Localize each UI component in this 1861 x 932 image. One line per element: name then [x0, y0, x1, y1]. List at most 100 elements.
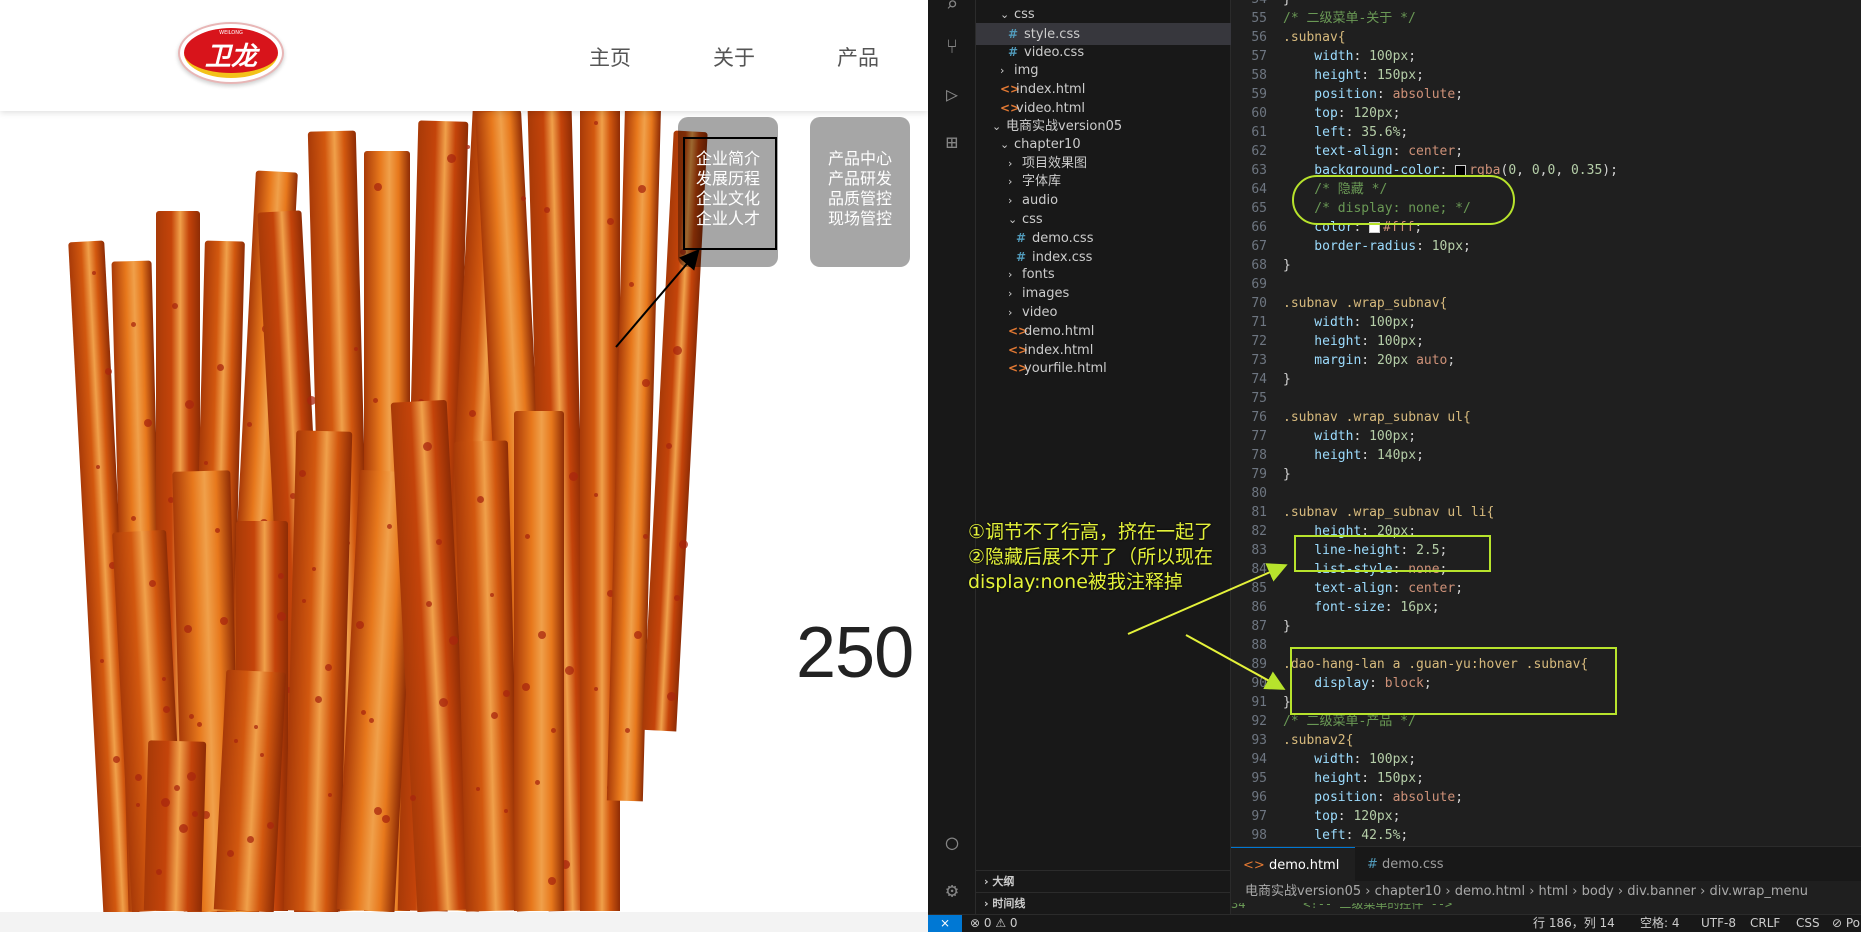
code-line[interactable]: 73 margin: 20px auto; [1231, 351, 1861, 370]
timeline-section[interactable]: › 时间线 [976, 892, 1231, 914]
code-line[interactable]: 77 width: 100px; [1231, 427, 1861, 446]
file-item[interactable]: <>yourfile.html [976, 357, 1231, 379]
live-server-port[interactable]: ⊘ Port : 5500 [1832, 915, 1861, 932]
code-line[interactable]: 59 position: absolute; [1231, 85, 1861, 104]
chili-speck [466, 145, 470, 149]
code-line[interactable]: 66 color: #fff; [1231, 218, 1861, 237]
code-line[interactable]: 62 text-align: center; [1231, 142, 1861, 161]
code-line[interactable]: 72 height: 100px; [1231, 332, 1861, 351]
breadcrumb-item[interactable]: 电商实战version05 [1245, 884, 1361, 899]
breadcrumb-item[interactable]: div.banner [1627, 884, 1696, 899]
encoding-setting[interactable]: UTF-8 [1701, 915, 1736, 932]
code-line[interactable]: 61 left: 35.6%; [1231, 123, 1861, 142]
subnav-item[interactable]: 产品中心 [810, 149, 910, 169]
code-line[interactable]: 81 .subnav .wrap_subnav ul li{ [1231, 503, 1861, 522]
banner-number: 250 [796, 613, 914, 693]
code-token: ; [1439, 562, 1448, 577]
code-line[interactable]: 80 [1231, 484, 1861, 503]
code-line[interactable]: 87} [1231, 617, 1861, 636]
gear-icon[interactable]: ⚙ [940, 878, 964, 902]
breadcrumb-item[interactable]: body [1582, 884, 1614, 899]
code-token: center [1408, 581, 1456, 596]
subnav-item[interactable]: 现场管控 [810, 209, 910, 229]
nav-home[interactable]: 主页 [589, 42, 631, 72]
language-mode[interactable]: CSS [1796, 915, 1820, 932]
code-line[interactable]: 63 background-color: rgba(0, 0,0, 0.35); [1231, 161, 1861, 180]
eol-setting[interactable]: CRLF [1750, 915, 1780, 932]
code-line[interactable]: 56 .subnav{ [1231, 28, 1861, 47]
code-line[interactable]: 98 left: 42.5%; [1231, 826, 1861, 845]
account-icon[interactable]: ◯ [940, 830, 964, 854]
line-number: 75 [1251, 391, 1267, 406]
weilong-logo[interactable]: WEILONG 卫龙 [178, 22, 284, 84]
code-line[interactable]: 78 height: 140px; [1231, 446, 1861, 465]
code-token: 42.5% [1361, 828, 1401, 843]
outline-section[interactable]: › 大纲 [976, 870, 1231, 892]
subnav-item[interactable]: 品质管控 [810, 189, 910, 209]
code-line[interactable]: 82 height: 20px; [1231, 522, 1861, 541]
code-token: : [1345, 125, 1362, 140]
code-line[interactable]: 89 .dao-hang-lan a .guan-yu:hover .subnav… [1231, 655, 1861, 674]
line-number: 91 [1251, 695, 1267, 710]
code-token: : [1376, 87, 1393, 102]
tab-demo-html[interactable]: <> demo.html × [1231, 847, 1355, 908]
code-line[interactable]: 69 [1231, 275, 1861, 294]
code-line[interactable]: 54} [1231, 0, 1861, 9]
breadcrumb-item[interactable]: div.wrap_menu [1709, 884, 1808, 899]
color-swatch[interactable] [1369, 222, 1381, 233]
code-token: 120px [1353, 809, 1393, 824]
nav-about[interactable]: 关于 [713, 42, 755, 72]
code-line[interactable]: 95 height: 150px; [1231, 769, 1861, 788]
code-line[interactable]: 64 /* 隐藏 */ [1231, 180, 1861, 199]
code-line[interactable]: 83 line-height: 2.5; [1231, 541, 1861, 560]
code-line[interactable]: 74} [1231, 370, 1861, 389]
code-token: 150px [1376, 68, 1417, 83]
code-line[interactable]: 55 /* 二级菜单-关于 */ [1231, 9, 1861, 28]
code-line[interactable]: 67 border-radius: 10px; [1231, 237, 1861, 256]
breadcrumb-item[interactable]: demo.html [1455, 884, 1525, 899]
subnav-products[interactable]: 产品中心 产品研发 品质管控 现场管控 [810, 117, 910, 267]
code-line[interactable]: 97 top: 120px; [1231, 807, 1861, 826]
code-line[interactable]: 70 .subnav .wrap_subnav{ [1231, 294, 1861, 313]
html-file-icon: <> [1243, 858, 1265, 873]
code-area[interactable]: 54} 55 /* 二级菜单-关于 */ 56 .subnav{57 width: 10… [1231, 0, 1861, 846]
code-line[interactable]: 57 width: 100px; [1231, 47, 1861, 66]
breadcrumb-item[interactable]: chapter10 [1375, 884, 1442, 899]
search-icon[interactable]: ⌕ [940, 0, 964, 16]
code-line[interactable]: 76 .subnav .wrap_subnav ul{ [1231, 408, 1861, 427]
line-number: 57 [1251, 49, 1267, 64]
code-token: 150px [1376, 771, 1417, 786]
extensions-icon[interactable]: ⊞ [940, 130, 964, 154]
code-line[interactable]: 79} [1231, 465, 1861, 484]
remote-icon[interactable]: ⨯ [928, 915, 962, 932]
code-line[interactable]: 92 /* 二级菜单-产品 */ [1231, 712, 1861, 731]
code-line[interactable]: 68} [1231, 256, 1861, 275]
cursor-position[interactable]: 行 186，列 14 [1533, 915, 1615, 932]
problems-indicator[interactable]: ⊗ 0 ⚠ 0 [970, 915, 1018, 932]
code-line[interactable]: 58 height: 150px; [1231, 66, 1861, 85]
nav-products[interactable]: 产品 [837, 42, 879, 72]
code-line[interactable]: 60 top: 120px; [1231, 104, 1861, 123]
subnav-item[interactable]: 产品研发 [810, 169, 910, 189]
indent-setting[interactable]: 空格: 4 [1640, 915, 1680, 932]
breadcrumb-item[interactable]: html [1539, 884, 1569, 899]
code-line[interactable]: 85 text-align: center; [1231, 579, 1861, 598]
chili-speck [679, 540, 688, 549]
code-line[interactable]: 75 [1231, 389, 1861, 408]
code-line[interactable]: 90 display: block; [1231, 674, 1861, 693]
code-line[interactable]: 91} [1231, 693, 1861, 712]
tab-demo-css[interactable]: # demo.css [1355, 847, 1477, 882]
code-line[interactable]: 93 .subnav2{ [1231, 731, 1861, 750]
code-line[interactable]: 88 [1231, 636, 1861, 655]
line-number: 54 [1231, 0, 1283, 9]
code-line[interactable]: 84 list-style: none; [1231, 560, 1861, 579]
color-swatch[interactable] [1455, 165, 1467, 176]
code-line[interactable]: 94 width: 100px; [1231, 750, 1861, 769]
source-control-icon[interactable]: ⑂ [940, 34, 964, 58]
code-line[interactable]: 71 width: 100px; [1231, 313, 1861, 332]
code-line[interactable]: 86 font-size: 16px; [1231, 598, 1861, 617]
code-line[interactable]: 65 /* display: none; */ [1231, 199, 1861, 218]
code-token: 140px [1376, 448, 1417, 463]
code-line[interactable]: 96 position: absolute; [1231, 788, 1861, 807]
run-debug-icon[interactable]: ▷ [940, 82, 964, 106]
